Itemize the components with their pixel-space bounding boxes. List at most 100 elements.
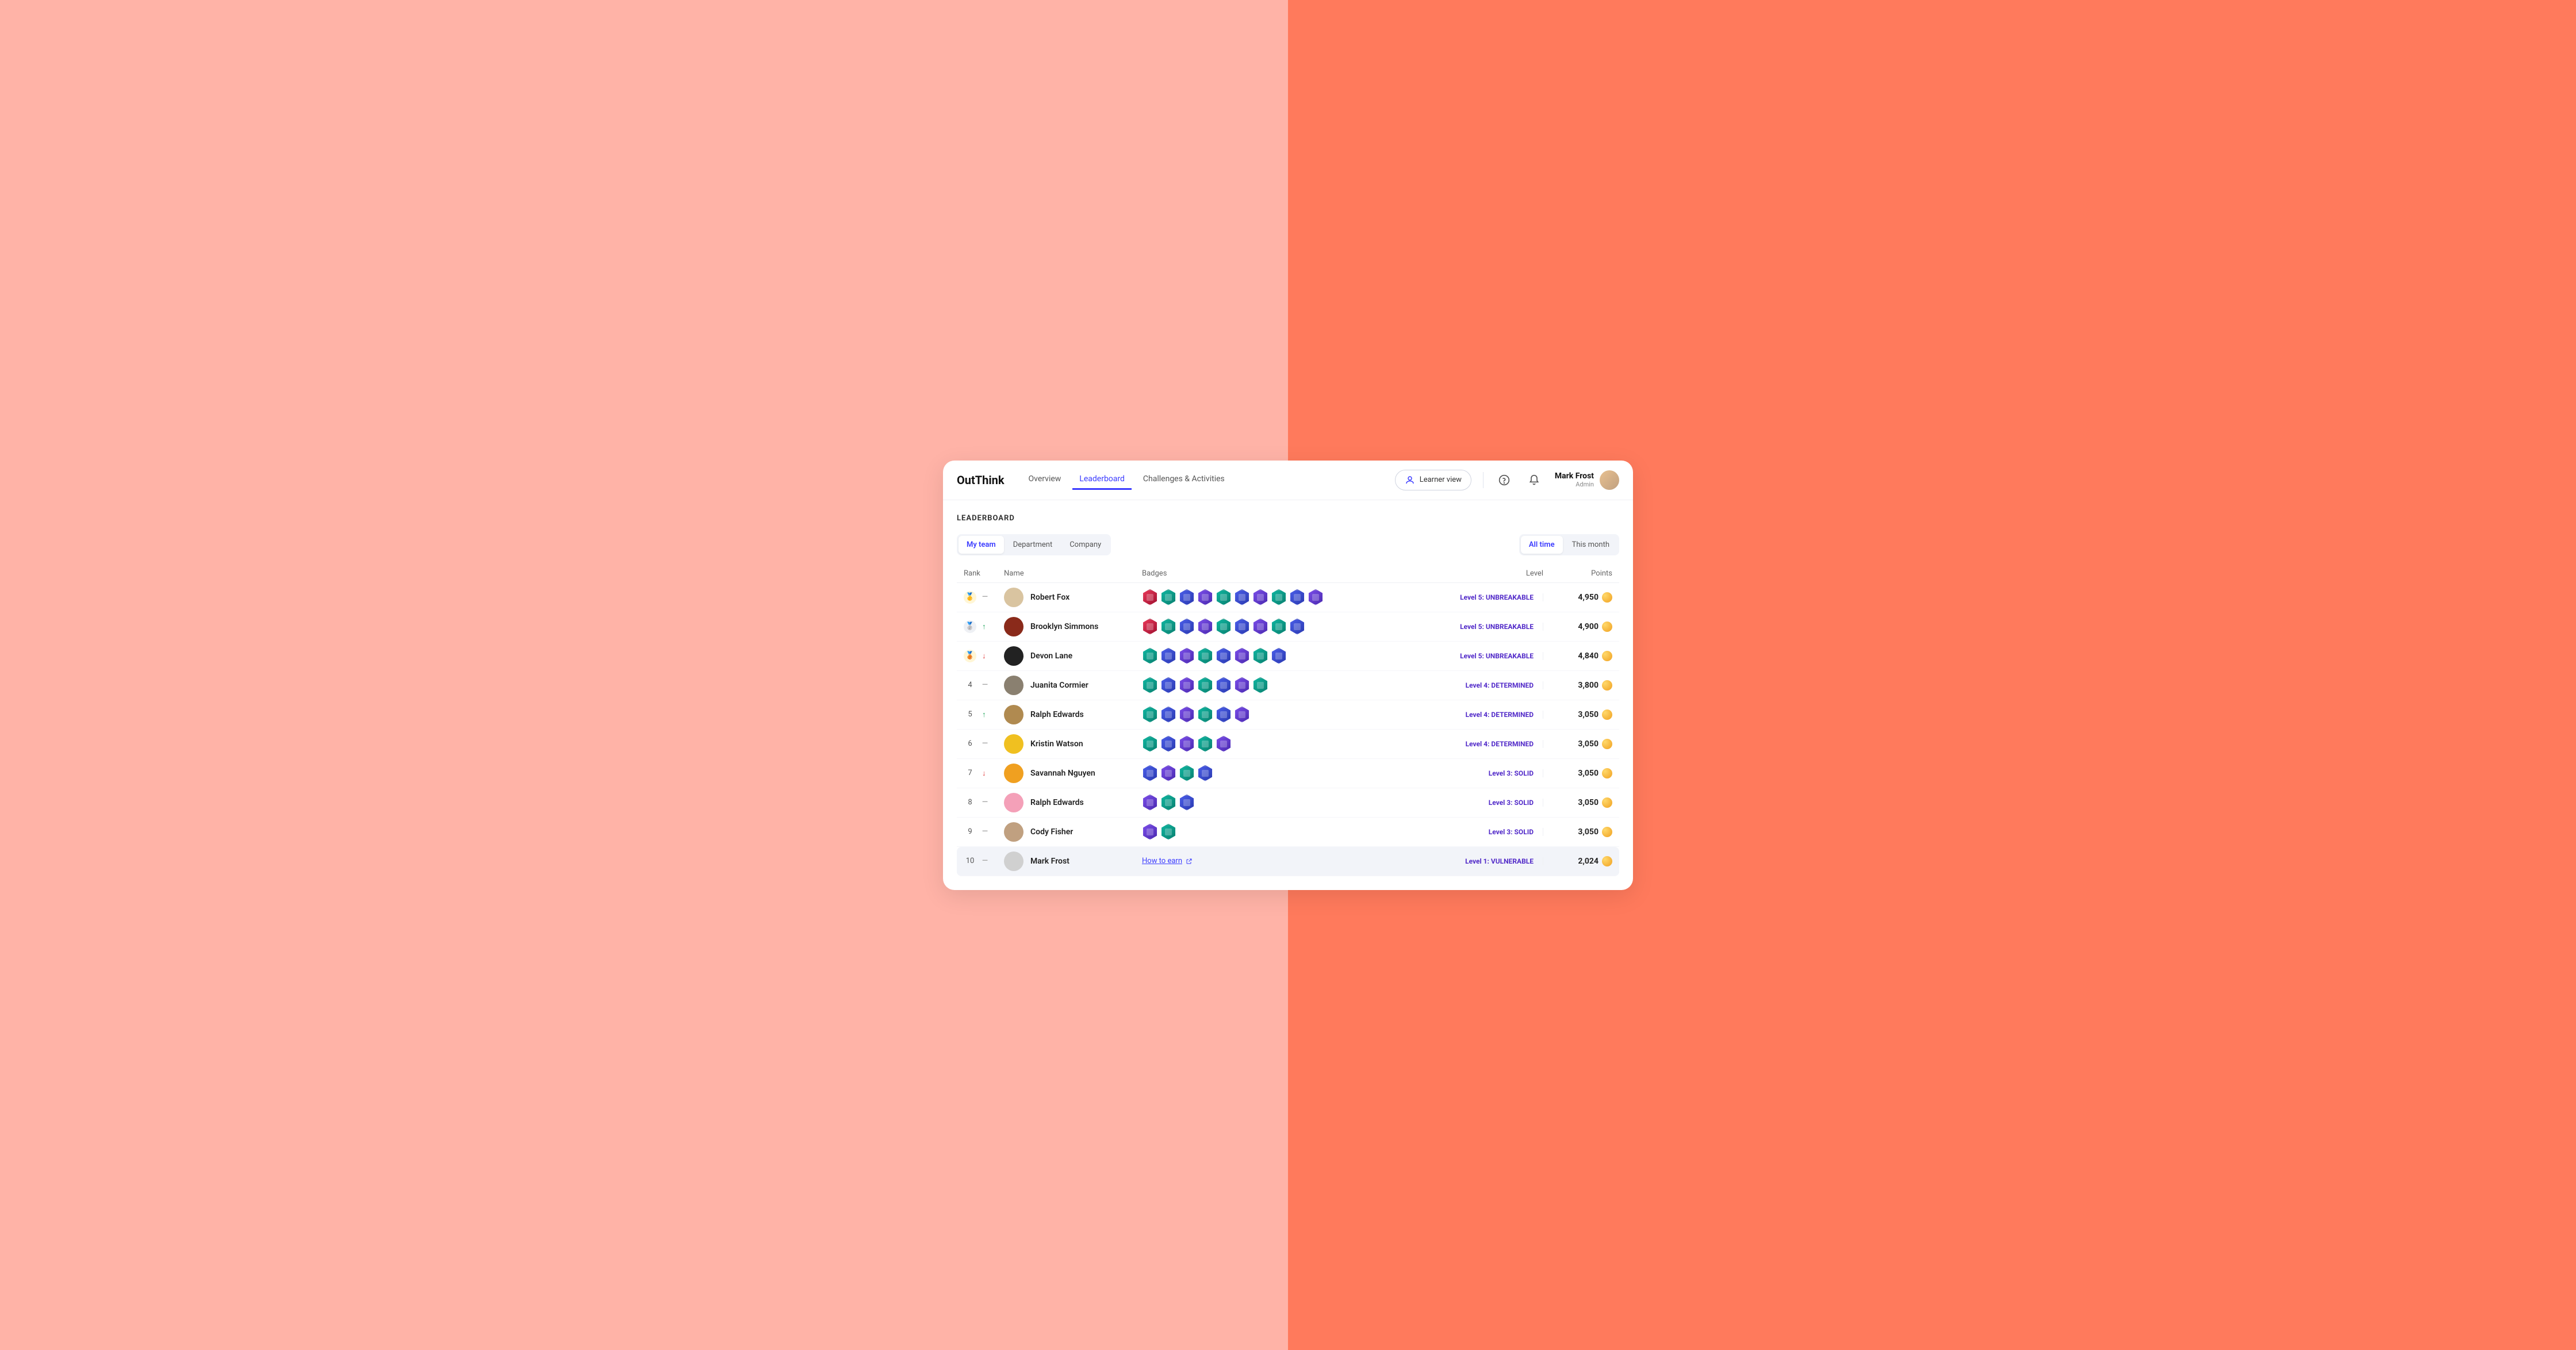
badge-icon bbox=[1216, 677, 1232, 693]
row-name: Savannah Nguyen bbox=[1030, 769, 1095, 778]
table-row[interactable]: 6—Kristin WatsonLevel 4: DETERMINED3,050 bbox=[957, 730, 1619, 759]
badge-icon bbox=[1271, 648, 1287, 664]
learner-view-toggle[interactable]: Learner view bbox=[1395, 470, 1471, 490]
trend-icon: — bbox=[982, 857, 988, 865]
trend-icon: — bbox=[982, 593, 988, 601]
rank-cell: 10 — bbox=[964, 857, 1004, 865]
badges-cell bbox=[1142, 707, 1428, 723]
coin-icon bbox=[1602, 651, 1612, 661]
row-name: Kristin Watson bbox=[1030, 739, 1083, 749]
table-row[interactable]: 10—Mark FrostHow to earnLevel 1: VULNERA… bbox=[957, 847, 1619, 876]
nav-challenges[interactable]: Challenges & Activities bbox=[1136, 470, 1232, 490]
table-row[interactable]: 🥉↓Devon LaneLevel 5: UNBREAKABLE4,840 bbox=[957, 642, 1619, 671]
row-avatar bbox=[1004, 646, 1023, 666]
points-value: 3,050 bbox=[1578, 710, 1598, 719]
th-name: Name bbox=[1004, 569, 1142, 578]
badge-icon bbox=[1197, 736, 1213, 752]
rank-cell: 5↑ bbox=[964, 710, 1004, 719]
trend-icon: ↓ bbox=[982, 651, 986, 661]
badge-icon bbox=[1197, 707, 1213, 723]
nav-overview[interactable]: Overview bbox=[1022, 470, 1068, 490]
brand-logo: OutThink bbox=[957, 473, 1005, 487]
user-switch-icon bbox=[1405, 475, 1415, 485]
user-info: Mark Frost Admin bbox=[1555, 471, 1594, 488]
badges-cell bbox=[1142, 795, 1428, 811]
badge-icon bbox=[1234, 619, 1250, 635]
name-cell: Robert Fox bbox=[1004, 588, 1142, 607]
rank-number: 5 bbox=[964, 710, 976, 719]
table-row[interactable]: 7↓Savannah NguyenLevel 3: SOLID3,050 bbox=[957, 759, 1619, 788]
trend-icon: — bbox=[982, 739, 988, 748]
nav-leaderboard[interactable]: Leaderboard bbox=[1072, 470, 1132, 490]
row-name: Brooklyn Simmons bbox=[1030, 622, 1098, 631]
badge-icon bbox=[1234, 707, 1250, 723]
points-value: 3,050 bbox=[1578, 798, 1598, 807]
badge-icon bbox=[1216, 648, 1232, 664]
name-cell: Brooklyn Simmons bbox=[1004, 617, 1142, 636]
level-cell: Level 3: SOLID bbox=[1428, 769, 1543, 777]
coin-icon bbox=[1602, 739, 1612, 749]
table-row[interactable]: 9—Cody FisherLevel 3: SOLID3,050 bbox=[957, 818, 1619, 847]
points-cell: 4,900 bbox=[1543, 622, 1612, 632]
trend-icon: — bbox=[982, 798, 988, 807]
badges-cell bbox=[1142, 765, 1428, 781]
badge-icon bbox=[1179, 765, 1195, 781]
badge-icon bbox=[1179, 736, 1195, 752]
badge-icon bbox=[1252, 619, 1268, 635]
bell-icon[interactable] bbox=[1525, 471, 1543, 489]
group-tabs: My team Department Company bbox=[957, 534, 1111, 555]
how-to-earn-link[interactable]: How to earn bbox=[1142, 857, 1193, 865]
table-row[interactable]: 4—Juanita CormierLevel 4: DETERMINED3,80… bbox=[957, 671, 1619, 700]
rank-number: 9 bbox=[964, 827, 976, 836]
points-value: 3,800 bbox=[1578, 681, 1598, 690]
rank-cell: 🥈↑ bbox=[964, 620, 1004, 633]
th-badges: Badges bbox=[1142, 569, 1428, 578]
table-row[interactable]: 5↑Ralph EdwardsLevel 4: DETERMINED3,050 bbox=[957, 700, 1619, 730]
tab-company[interactable]: Company bbox=[1061, 536, 1109, 554]
table-row[interactable]: 🥈↑Brooklyn SimmonsLevel 5: UNBREAKABLE4,… bbox=[957, 612, 1619, 642]
badge-icon bbox=[1160, 824, 1176, 840]
badge-icon bbox=[1252, 648, 1268, 664]
trend-icon: ↑ bbox=[982, 622, 986, 631]
tab-department[interactable]: Department bbox=[1005, 536, 1061, 554]
badges-cell bbox=[1142, 619, 1428, 635]
badge-icon bbox=[1234, 589, 1250, 605]
badge-icon bbox=[1179, 677, 1195, 693]
points-cell: 3,800 bbox=[1543, 680, 1612, 691]
badges-cell bbox=[1142, 589, 1428, 605]
tab-all-time[interactable]: All time bbox=[1521, 536, 1563, 554]
th-points: Points bbox=[1543, 569, 1612, 578]
badge-icon bbox=[1308, 589, 1324, 605]
rank-cell: 4— bbox=[964, 681, 1004, 689]
learner-view-label: Learner view bbox=[1420, 475, 1462, 484]
badge-icon bbox=[1142, 707, 1158, 723]
name-cell: Mark Frost bbox=[1004, 852, 1142, 871]
name-cell: Ralph Edwards bbox=[1004, 705, 1142, 724]
th-level: Level bbox=[1428, 569, 1543, 578]
tab-my-team[interactable]: My team bbox=[959, 536, 1004, 554]
row-name: Mark Frost bbox=[1030, 857, 1070, 866]
badge-icon bbox=[1160, 619, 1176, 635]
points-value: 3,050 bbox=[1578, 739, 1598, 749]
tabs-row: My team Department Company All time This… bbox=[957, 534, 1619, 555]
points-value: 4,900 bbox=[1578, 622, 1598, 631]
table-row[interactable]: 🥇—Robert FoxLevel 5: UNBREAKABLE4,950 bbox=[957, 583, 1619, 612]
page-title: LEADERBOARD bbox=[957, 514, 1619, 523]
level-cell: Level 5: UNBREAKABLE bbox=[1428, 652, 1543, 660]
badge-icon bbox=[1216, 707, 1232, 723]
row-name: Ralph Edwards bbox=[1030, 710, 1084, 719]
rank-number: 10 bbox=[964, 857, 976, 865]
tab-this-month[interactable]: This month bbox=[1564, 536, 1617, 554]
badge-icon bbox=[1160, 648, 1176, 664]
rank-number: 6 bbox=[964, 739, 976, 748]
user-menu[interactable]: Mark Frost Admin bbox=[1555, 470, 1619, 490]
badge-icon bbox=[1179, 707, 1195, 723]
table-row[interactable]: 8—Ralph EdwardsLevel 3: SOLID3,050 bbox=[957, 788, 1619, 818]
rank-cell: 🥇— bbox=[964, 591, 1004, 604]
trend-icon: ↓ bbox=[982, 769, 986, 778]
name-cell: Kristin Watson bbox=[1004, 734, 1142, 754]
trend-icon: — bbox=[982, 681, 988, 689]
badges-cell bbox=[1142, 736, 1428, 752]
help-icon[interactable] bbox=[1495, 471, 1513, 489]
coin-icon bbox=[1602, 680, 1612, 691]
